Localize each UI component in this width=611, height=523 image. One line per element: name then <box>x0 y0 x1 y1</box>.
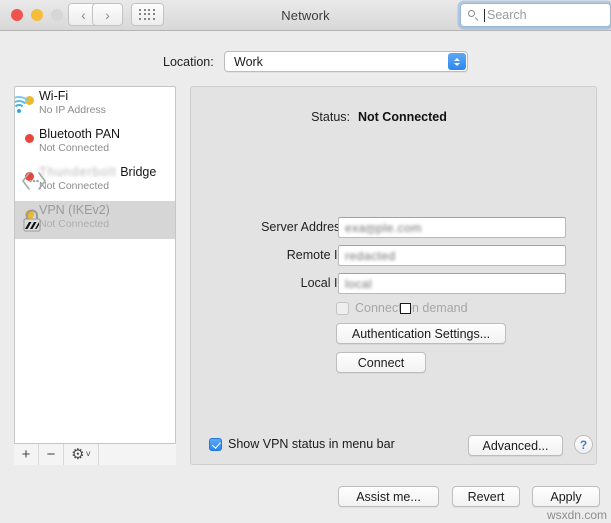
vpn-lock-icon <box>19 209 45 238</box>
revert-button[interactable]: Revert <box>452 486 520 507</box>
help-button[interactable]: ? <box>574 435 593 454</box>
authentication-settings-label: Authentication Settings... <box>351 326 491 341</box>
apply-label: Apply <box>550 489 582 504</box>
question-mark-icon: ? <box>579 437 588 452</box>
local-id-input[interactable]: local <box>338 273 566 294</box>
search-placeholder: Search <box>487 8 527 22</box>
plus-icon: + <box>21 446 31 463</box>
service-text: Wi-Fi No IP Address <box>39 89 139 116</box>
add-service-button[interactable]: + <box>14 444 39 465</box>
connect-on-demand-checkbox[interactable] <box>336 301 349 315</box>
chevron-updown-icon <box>448 53 466 70</box>
remote-id-value: redacted <box>345 249 396 263</box>
bluetooth-icon <box>141 130 169 158</box>
text-caret <box>484 8 485 22</box>
window-titlebar: ‹ › Network Search <box>0 0 611 31</box>
remote-id-input[interactable]: redacted <box>338 245 566 266</box>
connect-button[interactable]: Connect <box>336 352 426 373</box>
service-text: Bluetooth PAN Not Connected <box>39 127 139 154</box>
server-address-label: Server Address: <box>261 220 350 234</box>
chevron-down-icon: ˅ <box>85 449 91 459</box>
watermark: wsxdn.com <box>546 508 607 522</box>
service-status: Not Connected <box>39 218 110 230</box>
remove-service-button[interactable]: − <box>39 444 64 465</box>
service-name: Wi-Fi <box>39 89 69 103</box>
mouse-cursor <box>400 303 411 314</box>
service-row-bridge[interactable]: Thunderbolt Bridge Not Connected <box>15 163 175 201</box>
connect-label: Connect <box>357 355 405 370</box>
authentication-settings-button[interactable]: Authentication Settings... <box>336 323 506 344</box>
advanced-button[interactable]: Advanced... <box>468 435 563 456</box>
gear-icon: ⚙ <box>71 446 85 463</box>
assist-me-button[interactable]: Assist me... <box>338 486 439 507</box>
service-list-toolbar: + − ⚙ ˅ <box>14 443 176 465</box>
local-id-value: local <box>345 277 373 291</box>
remote-id-row: Remote ID: redacted <box>190 245 597 267</box>
server-address-input[interactable]: exam̲ple.com <box>338 217 566 238</box>
service-text: Thunderbolt Bridge Not Connected <box>39 165 156 192</box>
revert-label: Revert <box>467 489 505 504</box>
status-dot <box>25 134 34 143</box>
status-row: Status: Not Connected <box>190 107 597 129</box>
connect-on-demand-label: Connect on demand <box>355 301 468 315</box>
service-actions-button[interactable]: ⚙ ˅ <box>64 444 99 465</box>
local-id-row: Local ID: local <box>190 273 597 295</box>
location-select[interactable]: Work <box>224 51 468 72</box>
status-value: Not Connected <box>358 110 447 124</box>
service-status: Not Connected <box>39 142 110 154</box>
location-row: Location: Work <box>0 51 611 73</box>
advanced-label: Advanced... <box>482 438 549 453</box>
service-status: No IP Address <box>39 104 106 116</box>
service-name: Bluetooth PAN <box>39 127 121 141</box>
show-vpn-status-row[interactable]: Show VPN status in menu bar <box>209 437 395 451</box>
service-name: Bridge <box>120 165 157 179</box>
service-row-vpn[interactable]: VPN (IKEv2) Not Connected <box>15 201 175 239</box>
local-id-label: Local ID: <box>300 276 350 290</box>
network-service-list[interactable]: Wi-Fi No IP Address Bluetooth PAN Not Co… <box>14 86 176 465</box>
network-preferences-window: ‹ › Network Search Location: Work Wi-Fi … <box>0 0 611 523</box>
location-label: Location: <box>163 55 214 69</box>
search-icon <box>468 9 479 21</box>
service-row-bluetooth-pan[interactable]: Bluetooth PAN Not Connected <box>15 125 175 163</box>
location-selected-value: Work <box>234 55 263 69</box>
apply-button[interactable]: Apply <box>532 486 600 507</box>
remote-id-label: Remote ID: <box>286 248 350 262</box>
service-name-line: Thunderbolt Bridge <box>39 165 156 179</box>
status-label: Status: <box>311 110 350 124</box>
service-name: VPN (IKEv2) <box>39 203 110 217</box>
service-status: Not Connected <box>39 180 110 192</box>
service-row-wifi[interactable]: Wi-Fi No IP Address <box>15 87 175 125</box>
server-address-row: Server Address: exam̲ple.com <box>190 217 597 239</box>
search-field[interactable]: Search <box>460 3 611 27</box>
service-name-blurred-prefix: Thunderbolt <box>39 165 117 179</box>
service-text: VPN (IKEv2) Not Connected <box>39 203 139 230</box>
show-vpn-status-label: Show VPN status in menu bar <box>228 437 395 451</box>
minus-icon: − <box>46 446 56 463</box>
assist-me-label: Assist me... <box>356 489 421 504</box>
show-vpn-status-checkbox[interactable] <box>209 437 222 451</box>
server-address-value: exam̲ple.com <box>345 221 422 235</box>
bridge-icon <box>19 172 49 198</box>
